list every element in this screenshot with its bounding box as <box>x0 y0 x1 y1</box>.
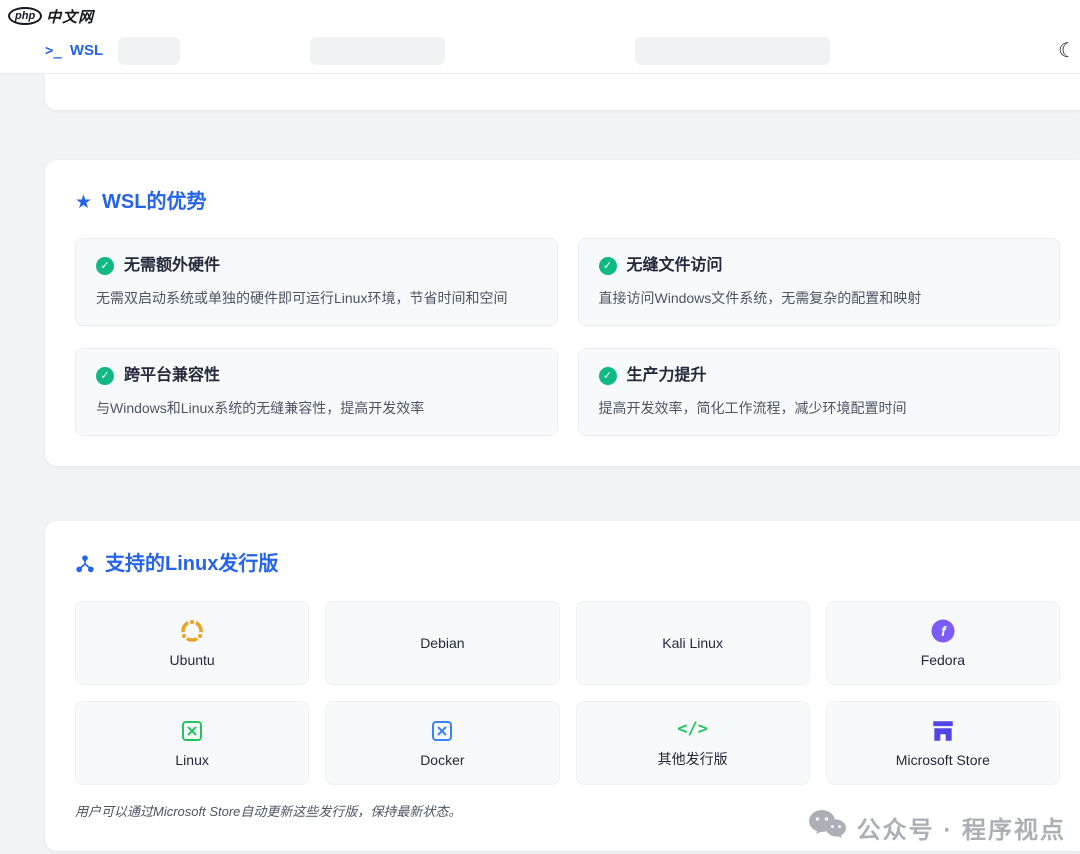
advantage-title-row: ✓ 跨平台兼容性 <box>96 366 537 386</box>
distro-card-other[interactable]: </> 其他发行版 <box>576 701 810 785</box>
distro-card-ubuntu[interactable]: Ubuntu <box>75 601 309 685</box>
advantage-title-row: ✓ 生产力提升 <box>599 366 1040 386</box>
advantages-card: ★ WSL的优势 ✓ 无需额外硬件 无需双启动系统或单独的硬件即可运行Linux… <box>45 160 1080 466</box>
docker-icon <box>430 718 454 744</box>
distro-label: Debian <box>420 635 464 651</box>
distro-card-kali-linux[interactable]: Kali Linux <box>576 601 810 685</box>
dark-mode-moon-icon[interactable]: ☾ <box>1058 41 1076 61</box>
advantage-desc: 与Windows和Linux系统的无缝兼容性，提高开发效率 <box>96 398 537 418</box>
advantages-title: WSL的优势 <box>102 190 206 214</box>
advantage-card-seamless-file-access: ✓ 无缝文件访问 直接访问Windows文件系统，无需复杂的配置和映射 <box>578 238 1061 326</box>
advantage-title: 无缝文件访问 <box>627 256 723 276</box>
fedora-icon: f <box>930 618 956 644</box>
advantages-grid: ✓ 无需额外硬件 无需双启动系统或单独的硬件即可运行Linux环境，节省时间和空… <box>75 238 1060 436</box>
nav-title-label: WSL <box>70 42 103 59</box>
nav-skeleton-placeholder <box>118 37 180 65</box>
distro-card-fedora[interactable]: f Fedora <box>826 601 1060 685</box>
distro-label: 其他发行版 <box>658 749 728 769</box>
distro-card-debian[interactable]: Debian <box>325 601 559 685</box>
advantage-title: 无需额外硬件 <box>124 256 220 276</box>
update-note: 用户可以通过Microsoft Store自动更新这些发行版，保持最新状态。 <box>75 803 1060 821</box>
distro-card-linux[interactable]: Linux <box>75 701 309 785</box>
check-circle-icon: ✓ <box>599 257 617 275</box>
check-circle-icon: ✓ <box>96 367 114 385</box>
distro-label: Docker <box>420 752 464 768</box>
partial-card-bottom <box>45 74 1080 110</box>
microsoft-store-icon <box>930 718 956 744</box>
ubuntu-icon <box>179 618 205 644</box>
advantage-card-no-extra-hardware: ✓ 无需额外硬件 无需双启动系统或单独的硬件即可运行Linux环境，节省时间和空… <box>75 238 558 326</box>
distros-title: 支持的Linux发行版 <box>105 552 278 576</box>
linux-icon <box>180 718 204 744</box>
advantages-heading: ★ WSL的优势 <box>75 190 1060 214</box>
distro-card-microsoft-store[interactable]: Microsoft Store <box>826 701 1060 785</box>
code-icon: </> <box>677 717 708 741</box>
advantage-desc: 直接访问Windows文件系统，无需复杂的配置和映射 <box>599 288 1040 308</box>
distros-card: 支持的Linux发行版 Ubuntu Debian <box>45 521 1080 851</box>
nav-skeleton-placeholder <box>310 37 445 65</box>
terminal-icon: >_ <box>45 43 62 59</box>
site-logo[interactable]: php 中文网 <box>0 0 1080 28</box>
advantage-title-row: ✓ 无需额外硬件 <box>96 256 537 276</box>
main-nav: >_ WSL ☾ <box>0 28 1080 74</box>
advantage-title: 跨平台兼容性 <box>124 366 220 386</box>
check-circle-icon: ✓ <box>96 257 114 275</box>
star-icon: ★ <box>75 193 92 212</box>
distros-heading: 支持的Linux发行版 <box>75 551 1060 577</box>
advantage-title-row: ✓ 无缝文件访问 <box>599 256 1040 276</box>
advantage-title: 生产力提升 <box>627 366 707 386</box>
distro-label: Ubuntu <box>170 652 215 668</box>
nav-item-wsl[interactable]: >_ WSL <box>45 42 103 59</box>
distro-grid: Ubuntu Debian Kali Linux f Fedora <box>75 601 1060 785</box>
distro-card-docker[interactable]: Docker <box>325 701 559 785</box>
site-header: php 中文网 >_ WSL ☾ <box>0 0 1080 74</box>
check-circle-icon: ✓ <box>599 367 617 385</box>
page-content: ★ WSL的优势 ✓ 无需额外硬件 无需双启动系统或单独的硬件即可运行Linux… <box>0 74 1080 851</box>
logo-php-badge: php <box>8 7 42 25</box>
advantage-desc: 提高开发效率，简化工作流程，减少环境配置时间 <box>599 398 1040 418</box>
distro-label: Kali Linux <box>662 635 723 651</box>
logo-site-name: 中文网 <box>46 6 94 27</box>
nav-skeleton-placeholder <box>635 37 830 65</box>
advantage-card-productivity: ✓ 生产力提升 提高开发效率，简化工作流程，减少环境配置时间 <box>578 348 1061 436</box>
distro-label: Fedora <box>921 652 965 668</box>
distro-label: Linux <box>175 752 208 768</box>
advantage-card-cross-platform: ✓ 跨平台兼容性 与Windows和Linux系统的无缝兼容性，提高开发效率 <box>75 348 558 436</box>
advantage-desc: 无需双启动系统或单独的硬件即可运行Linux环境，节省时间和空间 <box>96 288 537 308</box>
distro-label: Microsoft Store <box>896 752 990 768</box>
share-nodes-icon <box>75 551 95 577</box>
